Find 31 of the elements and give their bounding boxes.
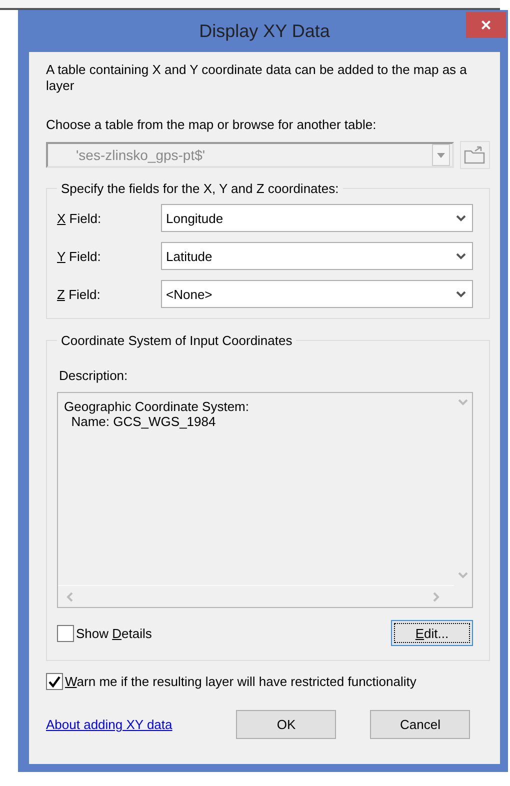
chevron-down-icon [458, 572, 468, 579]
field-label: X Field: [57, 210, 102, 226]
help-link[interactable]: About adding XY data [46, 717, 172, 732]
dialog-button[interactable]: Cancel [370, 710, 470, 739]
chevron-down-icon [456, 290, 466, 298]
chevron-down-icon [456, 214, 466, 222]
intro-text: A table containing X and Y coordinate data can be added to the map as a layer [46, 62, 468, 94]
folder-icon [463, 145, 487, 165]
group-legend: Specify the fields for the X, Y and Z coordinates: [57, 181, 343, 196]
window-title: Display XY Data [199, 20, 330, 42]
description-text: Geographic Coordinate System: Name: GCS_WGS_1984 [63, 398, 250, 431]
chevron-right-icon [433, 592, 440, 602]
checkbox[interactable] [46, 673, 63, 690]
checkbox-label: Warn me if the resulting layer will have restricted functionality [65, 674, 416, 689]
dialog-button[interactable]: OK [236, 710, 336, 739]
field-dropdown[interactable]: Latitude [161, 242, 473, 270]
close-button[interactable]: × [466, 12, 506, 38]
chevron-left-icon [66, 592, 73, 602]
group-legend: Coordinate System of Input Coordinates [57, 333, 296, 348]
table-prompt: Choose a table from the map or browse for another table: [46, 117, 378, 133]
checkbox-label: Show Details [76, 626, 152, 640]
description-label: Description: [59, 368, 129, 384]
chevron-down-icon [458, 399, 468, 406]
field-label: Z Field: [57, 286, 102, 302]
edit-button[interactable]: Edit... [391, 620, 473, 646]
browse-button[interactable] [460, 141, 490, 169]
field-label: Y Field: [57, 248, 102, 264]
chevron-down-icon [456, 252, 466, 260]
checkbox[interactable] [57, 624, 74, 642]
field-dropdown[interactable]: Longitude [161, 204, 473, 232]
field-dropdown[interactable]: <None> [161, 280, 473, 308]
